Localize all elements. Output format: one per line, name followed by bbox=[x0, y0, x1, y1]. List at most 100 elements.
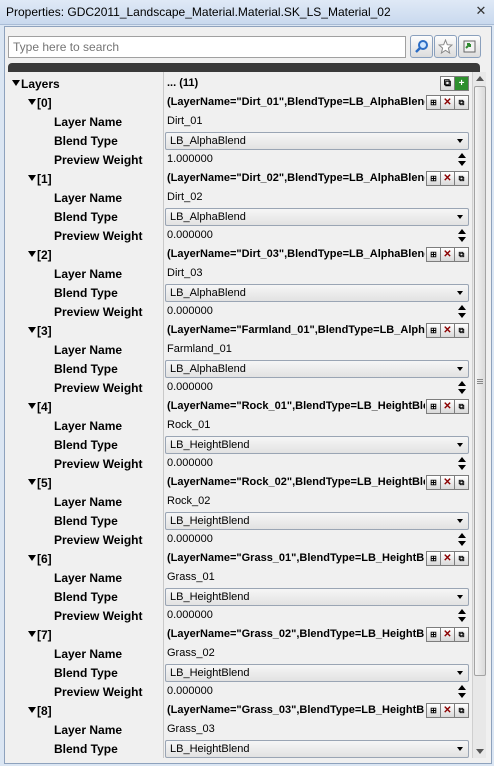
insert-icon[interactable]: ⧉ bbox=[440, 76, 455, 91]
blend-type-row[interactable]: Blend Type LB_HeightBlend bbox=[8, 663, 472, 682]
weight-spinner[interactable] bbox=[457, 533, 467, 547]
preview-weight-row[interactable]: Preview Weight 0.000000 bbox=[8, 682, 472, 701]
weight-spinner[interactable] bbox=[457, 685, 467, 699]
layer-row[interactable]: [7] (LayerName="Grass_02",BlendType=LB_He… bbox=[8, 625, 472, 644]
vertical-scrollbar[interactable] bbox=[472, 72, 486, 758]
duplicate-icon[interactable]: ⧉ bbox=[454, 399, 469, 414]
expand-arrow-icon[interactable] bbox=[28, 175, 36, 181]
blend-type-select[interactable]: LB_HeightBlend bbox=[165, 436, 469, 454]
blend-type-row[interactable]: Blend Type LB_HeightBlend bbox=[8, 511, 472, 530]
blend-type-select[interactable]: LB_HeightBlend bbox=[165, 740, 469, 758]
blend-type-row[interactable]: Blend Type LB_HeightBlend bbox=[8, 739, 472, 758]
duplicate-icon[interactable]: ⧉ bbox=[454, 627, 469, 642]
delete-icon[interactable]: ✕ bbox=[440, 551, 455, 566]
expand-arrow-icon[interactable] bbox=[12, 80, 20, 86]
weight-spinner[interactable] bbox=[457, 229, 467, 243]
blend-type-row[interactable]: Blend Type LB_HeightBlend bbox=[8, 435, 472, 454]
expand-arrow-icon[interactable] bbox=[28, 631, 36, 637]
search-box[interactable] bbox=[8, 36, 406, 58]
delete-icon[interactable]: ✕ bbox=[440, 627, 455, 642]
blend-type-select[interactable]: LB_AlphaBlend bbox=[165, 132, 469, 150]
layer-name-value[interactable]: Dirt_03 bbox=[167, 267, 202, 279]
layer-name-row[interactable]: Layer Name Farmland_01 bbox=[8, 340, 472, 359]
search-button[interactable] bbox=[410, 35, 433, 58]
blend-type-select[interactable]: LB_HeightBlend bbox=[165, 512, 469, 530]
weight-spinner[interactable] bbox=[457, 305, 467, 319]
expand-arrow-icon[interactable] bbox=[28, 555, 36, 561]
insert-icon[interactable]: ⊞ bbox=[426, 171, 441, 186]
preview-weight-value[interactable]: 1.000000 bbox=[167, 153, 213, 165]
duplicate-icon[interactable]: ⧉ bbox=[454, 475, 469, 490]
layer-row[interactable]: [5] (LayerName="Rock_02",BlendType=LB_Hei… bbox=[8, 473, 472, 492]
scroll-down-icon[interactable] bbox=[476, 749, 484, 754]
blend-type-row[interactable]: Blend Type LB_HeightBlend bbox=[8, 587, 472, 606]
layer-name-row[interactable]: Layer Name Grass_02 bbox=[8, 644, 472, 663]
delete-icon[interactable]: ✕ bbox=[440, 399, 455, 414]
preview-weight-row[interactable]: Preview Weight 0.000000 bbox=[8, 530, 472, 549]
layer-row[interactable]: [6] (LayerName="Grass_01",BlendType=LB_He… bbox=[8, 549, 472, 568]
layer-name-row[interactable]: Layer Name Grass_01 bbox=[8, 568, 472, 587]
duplicate-icon[interactable]: ⧉ bbox=[454, 551, 469, 566]
settings-button[interactable] bbox=[458, 35, 481, 58]
preview-weight-value[interactable]: 0.000000 bbox=[167, 609, 213, 621]
layer-name-row[interactable]: Layer Name Rock_01 bbox=[8, 416, 472, 435]
expand-arrow-icon[interactable] bbox=[28, 479, 36, 485]
insert-icon[interactable]: ⊞ bbox=[426, 247, 441, 262]
insert-icon[interactable]: ⊞ bbox=[426, 323, 441, 338]
delete-icon[interactable]: ✕ bbox=[440, 247, 455, 262]
search-input[interactable] bbox=[9, 37, 405, 57]
preview-weight-value[interactable]: 0.000000 bbox=[167, 685, 213, 697]
layer-row[interactable]: [0] (LayerName="Dirt_01",BlendType=LB_Alp… bbox=[8, 93, 472, 112]
layer-name-value[interactable]: Dirt_01 bbox=[167, 115, 202, 127]
preview-weight-value[interactable]: 0.000000 bbox=[167, 229, 213, 241]
expand-arrow-icon[interactable] bbox=[28, 99, 36, 105]
weight-spinner[interactable] bbox=[457, 153, 467, 167]
delete-icon[interactable]: ✕ bbox=[440, 95, 455, 110]
weight-spinner[interactable] bbox=[457, 457, 467, 471]
layer-name-row[interactable]: Layer Name Grass_03 bbox=[8, 720, 472, 739]
duplicate-icon[interactable]: ⧉ bbox=[454, 171, 469, 186]
favorite-button[interactable] bbox=[434, 35, 457, 58]
insert-icon[interactable]: ⊞ bbox=[426, 399, 441, 414]
delete-icon[interactable]: ✕ bbox=[440, 171, 455, 186]
preview-weight-row[interactable]: Preview Weight 0.000000 bbox=[8, 302, 472, 321]
layer-name-row[interactable]: Layer Name Dirt_03 bbox=[8, 264, 472, 283]
weight-spinner[interactable] bbox=[457, 381, 467, 395]
preview-weight-value[interactable]: 0.000000 bbox=[167, 305, 213, 317]
preview-weight-row[interactable]: Preview Weight 0.000000 bbox=[8, 606, 472, 625]
blend-type-row[interactable]: Blend Type LB_AlphaBlend bbox=[8, 359, 472, 378]
close-icon[interactable]: ✕ bbox=[474, 4, 488, 18]
blend-type-row[interactable]: Blend Type LB_AlphaBlend bbox=[8, 207, 472, 226]
preview-weight-value[interactable]: 0.000000 bbox=[167, 533, 213, 545]
preview-weight-row[interactable]: Preview Weight 0.000000 bbox=[8, 454, 472, 473]
delete-icon[interactable]: ✕ bbox=[440, 475, 455, 490]
insert-icon[interactable]: ⊞ bbox=[426, 475, 441, 490]
preview-weight-value[interactable]: 0.000000 bbox=[167, 457, 213, 469]
layer-name-value[interactable]: Rock_01 bbox=[167, 419, 210, 431]
weight-spinner[interactable] bbox=[457, 609, 467, 623]
blend-type-select[interactable]: LB_HeightBlend bbox=[165, 664, 469, 682]
expand-arrow-icon[interactable] bbox=[28, 403, 36, 409]
scroll-thumb[interactable] bbox=[474, 86, 486, 676]
blend-type-select[interactable]: LB_HeightBlend bbox=[165, 588, 469, 606]
insert-icon[interactable]: ⊞ bbox=[426, 703, 441, 718]
insert-icon[interactable]: ⊞ bbox=[426, 627, 441, 642]
delete-icon[interactable]: ✕ bbox=[440, 703, 455, 718]
layers-row[interactable]: Layers ... (11) ⧉ + bbox=[8, 74, 472, 93]
insert-icon[interactable]: ⊞ bbox=[426, 551, 441, 566]
layer-name-row[interactable]: Layer Name Dirt_02 bbox=[8, 188, 472, 207]
blend-type-select[interactable]: LB_AlphaBlend bbox=[165, 208, 469, 226]
duplicate-icon[interactable]: ⧉ bbox=[454, 703, 469, 718]
add-icon[interactable]: + bbox=[454, 76, 469, 91]
layer-name-value[interactable]: Dirt_02 bbox=[167, 191, 202, 203]
layer-row[interactable]: [3] (LayerName="Farmland_01",BlendType=LB… bbox=[8, 321, 472, 340]
layer-name-value[interactable]: Grass_01 bbox=[167, 571, 215, 583]
expand-arrow-icon[interactable] bbox=[28, 707, 36, 713]
duplicate-icon[interactable]: ⧉ bbox=[454, 323, 469, 338]
layer-name-value[interactable]: Rock_02 bbox=[167, 495, 210, 507]
layer-name-value[interactable]: Farmland_01 bbox=[167, 343, 232, 355]
layer-row[interactable]: [1] (LayerName="Dirt_02",BlendType=LB_Alp… bbox=[8, 169, 472, 188]
delete-icon[interactable]: ✕ bbox=[440, 323, 455, 338]
blend-type-select[interactable]: LB_AlphaBlend bbox=[165, 284, 469, 302]
layer-row[interactable]: [4] (LayerName="Rock_01",BlendType=LB_Hei… bbox=[8, 397, 472, 416]
